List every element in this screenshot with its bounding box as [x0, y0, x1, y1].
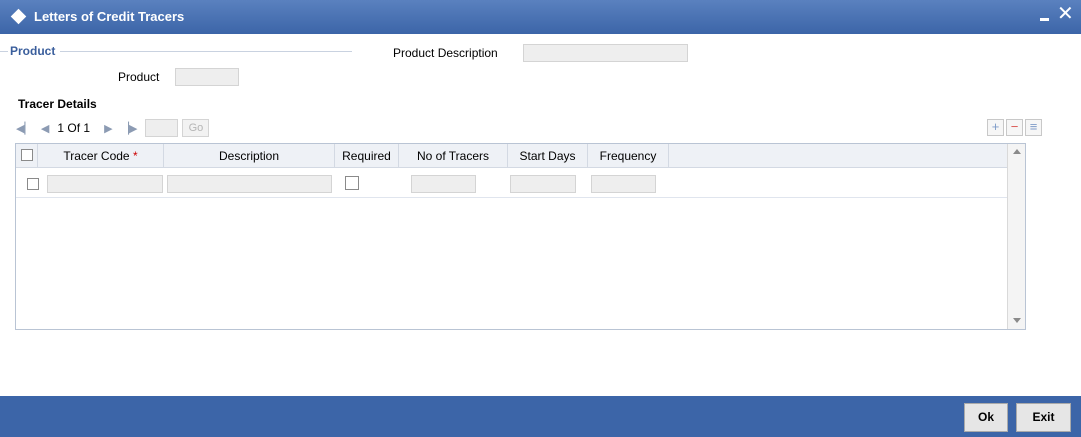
previous-page-icon[interactable]: ◀ — [41, 122, 49, 135]
header-select-all-cell — [16, 144, 38, 168]
column-header-description[interactable]: Description — [164, 144, 335, 168]
start-days-input[interactable] — [510, 175, 576, 193]
close-icon[interactable]: ✕ — [1057, 4, 1074, 24]
page-number-input[interactable] — [145, 119, 179, 137]
title-bar: Letters of Credit Tracers ✕ — [0, 0, 1081, 34]
tracer-grid: Tracer Code * Description Required No of… — [15, 143, 1026, 330]
product-section-legend: Product — [10, 44, 56, 58]
required-marker: * — [132, 149, 138, 163]
product-label: Product — [118, 70, 160, 84]
column-header-frequency[interactable]: Frequency — [588, 144, 669, 168]
row-divider — [16, 197, 1008, 198]
window-title: Letters of Credit Tracers — [34, 9, 185, 24]
exit-button[interactable]: Exit — [1016, 403, 1071, 432]
required-checkbox[interactable] — [345, 176, 359, 190]
content-area: Product Product Description Product Trac… — [0, 34, 1081, 396]
description-input[interactable] — [167, 175, 332, 193]
grid-scrollbar[interactable] — [1007, 144, 1025, 329]
footer-bar: Ok Exit — [0, 396, 1081, 437]
frequency-input[interactable] — [591, 175, 656, 193]
row-actions: + − ≡ — [987, 119, 1042, 136]
column-header-required[interactable]: Required — [335, 144, 399, 168]
grid-header: Tracer Code * Description Required No of… — [16, 144, 1008, 168]
pager-text: 1 Of 1 — [57, 121, 91, 135]
product-description-label: Product Description — [393, 46, 498, 60]
first-page-icon[interactable]: ◀▏ — [16, 122, 33, 135]
last-page-icon[interactable]: ▕▶ — [121, 122, 138, 135]
no-of-tracers-input[interactable] — [411, 175, 476, 193]
product-description-field[interactable] — [523, 44, 688, 62]
view-row-icon[interactable]: ≡ — [1025, 119, 1042, 136]
ok-button[interactable]: Ok — [964, 403, 1008, 432]
pager: ◀▏ ◀ 1 Of 1 ▶ ▕▶ Go — [16, 118, 210, 138]
column-header-tracer-code[interactable]: Tracer Code * — [38, 144, 164, 168]
scroll-down-icon[interactable] — [1013, 318, 1021, 323]
delete-row-icon[interactable]: − — [1006, 119, 1023, 136]
select-all-checkbox[interactable] — [21, 149, 33, 161]
next-page-icon[interactable]: ▶ — [104, 122, 112, 135]
row-select-checkbox[interactable] — [27, 178, 39, 190]
window-diamond-icon — [10, 8, 27, 25]
column-header-no-of-tracers[interactable]: No of Tracers — [399, 144, 508, 168]
minimize-icon[interactable] — [1040, 18, 1049, 21]
add-row-icon[interactable]: + — [987, 119, 1004, 136]
column-header-start-days[interactable]: Start Days — [508, 144, 588, 168]
tracer-code-input[interactable] — [47, 175, 163, 193]
go-button[interactable]: Go — [182, 119, 210, 137]
fieldset-line — [60, 51, 352, 52]
tracer-details-title: Tracer Details — [18, 97, 97, 111]
fieldset-line-left — [0, 51, 8, 52]
scroll-up-icon[interactable] — [1013, 149, 1021, 154]
product-field[interactable] — [175, 68, 239, 86]
